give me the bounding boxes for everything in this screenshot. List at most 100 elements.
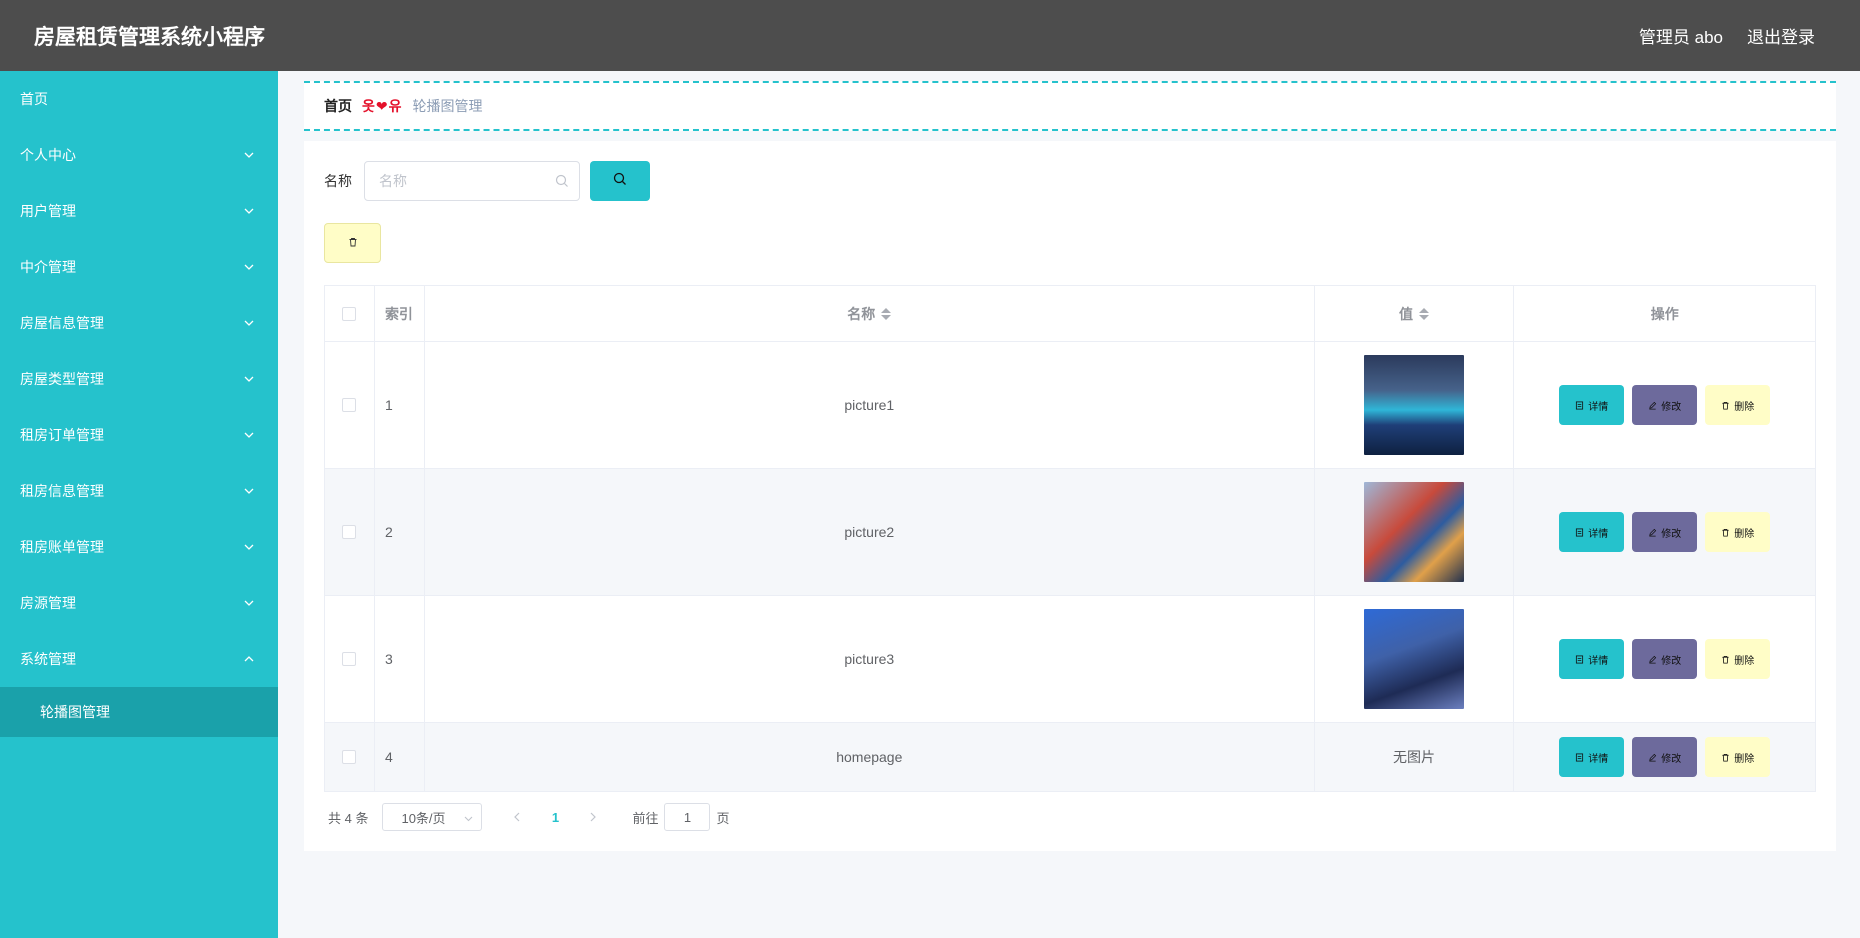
sidebar-item-rental-info[interactable]: 租房信息管理: [0, 463, 278, 519]
batch-delete-button[interactable]: [324, 223, 381, 263]
row-name: picture2: [425, 469, 1315, 595]
row-index: 4: [375, 723, 425, 791]
chevron-down-icon: [242, 148, 256, 162]
chevron-up-icon: [242, 652, 256, 666]
row-checkbox-cell: [325, 596, 375, 722]
carousel-thumbnail[interactable]: [1364, 609, 1465, 709]
carousel-thumbnail[interactable]: [1364, 482, 1465, 582]
goto-page-input[interactable]: [664, 803, 711, 831]
breadcrumb-current: 轮播图管理: [412, 98, 483, 114]
row-checkbox[interactable]: [342, 525, 357, 539]
sidebar-item-house-type[interactable]: 房屋类型管理: [0, 351, 278, 407]
edit-label: 修改: [1661, 655, 1682, 667]
detail-icon: [1576, 654, 1584, 664]
sort-icon[interactable]: [1419, 307, 1430, 320]
pagination: 共 4 条 10条/页 1 前往 页: [328, 803, 730, 831]
row-actions: 详情 修改 删除: [1514, 342, 1815, 468]
sidebar-item-label: 个人中心: [20, 147, 76, 163]
sidebar-item-label: 房屋信息管理: [20, 315, 104, 331]
detail-button[interactable]: 详情: [1559, 639, 1625, 679]
edit-button[interactable]: 修改: [1632, 639, 1698, 679]
main-panel: 名称 索引 名称: [304, 141, 1836, 851]
sidebar: 首页 个人中心 用户管理 中介管理 房屋信息管理 房屋类型管理 租房订单管理 租…: [0, 71, 278, 938]
search-input[interactable]: [365, 162, 579, 200]
sidebar-subitem-label: 轮播图管理: [40, 704, 110, 720]
sidebar-item-house-info[interactable]: 房屋信息管理: [0, 295, 278, 351]
chevron-down-icon: [242, 316, 256, 330]
edit-icon: [1649, 528, 1657, 536]
next-page-button[interactable]: [578, 803, 608, 831]
page-size-value: 10条/页: [401, 810, 446, 826]
header-name-label: 名称: [847, 305, 876, 322]
page-number-current[interactable]: 1: [540, 803, 570, 831]
table-row: 3 picture3 详情 修改 删除: [325, 596, 1815, 723]
search-icon: [613, 172, 627, 191]
no-image-text: 无图片: [1393, 749, 1436, 765]
header-operation-label: 操作: [1650, 305, 1679, 322]
header-value[interactable]: 值: [1315, 286, 1515, 341]
sidebar-item-label: 用户管理: [20, 203, 76, 219]
sidebar-item-user-management[interactable]: 用户管理: [0, 183, 278, 239]
page-size-select[interactable]: 10条/页: [382, 803, 483, 831]
row-checkbox[interactable]: [342, 652, 357, 666]
detail-button[interactable]: 详情: [1559, 385, 1625, 425]
carousel-thumbnail[interactable]: [1364, 355, 1465, 455]
breadcrumb-home[interactable]: 首页: [324, 96, 352, 116]
chevron-left-icon: [514, 810, 520, 825]
sidebar-item-label: 中介管理: [20, 259, 76, 275]
row-value: [1315, 342, 1515, 468]
detail-button[interactable]: 详情: [1559, 737, 1625, 777]
header-index-label: 索引: [384, 305, 413, 322]
detail-label: 详情: [1588, 753, 1609, 765]
chevron-down-icon: [242, 428, 256, 442]
sidebar-item-label: 租房信息管理: [20, 483, 104, 499]
sidebar-item-listing[interactable]: 房源管理: [0, 575, 278, 631]
sidebar-item-personal-center[interactable]: 个人中心: [0, 127, 278, 183]
row-name: picture3: [425, 596, 1315, 722]
chevron-down-icon: [464, 810, 473, 825]
detail-label: 详情: [1588, 655, 1609, 667]
table-header-row: 索引 名称 值 操作: [325, 286, 1815, 342]
search-button[interactable]: [590, 161, 650, 201]
edit-button[interactable]: 修改: [1632, 385, 1698, 425]
delete-button[interactable]: 删除: [1705, 385, 1771, 425]
goto-label: 前往: [632, 810, 659, 826]
sidebar-subitem-carousel[interactable]: 轮播图管理: [0, 687, 278, 737]
delete-button[interactable]: 删除: [1705, 737, 1771, 777]
row-index: 3: [375, 596, 425, 722]
edit-icon: [1649, 401, 1657, 409]
logout-link[interactable]: 退出登录: [1747, 23, 1815, 48]
chevron-down-icon: [242, 540, 256, 554]
row-name: picture1: [425, 342, 1315, 468]
breadcrumb-separator: 옷❤유: [362, 98, 403, 114]
search-label: 名称: [324, 173, 352, 189]
chevron-right-icon: [590, 810, 597, 825]
header-name[interactable]: 名称: [425, 286, 1315, 341]
row-checkbox[interactable]: [342, 398, 357, 412]
edit-button[interactable]: 修改: [1632, 737, 1698, 777]
header-operation: 操作: [1514, 286, 1815, 341]
edit-button[interactable]: 修改: [1632, 512, 1698, 552]
chevron-down-icon: [242, 260, 256, 274]
row-checkbox[interactable]: [342, 750, 357, 764]
detail-icon: [1576, 752, 1584, 762]
sidebar-item-home[interactable]: 首页: [0, 71, 278, 127]
edit-label: 修改: [1661, 753, 1682, 765]
sort-icon[interactable]: [881, 307, 892, 320]
row-checkbox-cell: [325, 723, 375, 791]
prev-page-button[interactable]: [502, 803, 532, 831]
sidebar-item-system[interactable]: 系统管理: [0, 631, 278, 687]
delete-label: 删除: [1734, 655, 1755, 667]
table-row: 4 homepage 无图片 详情 修改 删除: [325, 723, 1815, 791]
delete-button[interactable]: 删除: [1705, 639, 1771, 679]
sidebar-item-rental-order[interactable]: 租房订单管理: [0, 407, 278, 463]
edit-icon: [1649, 753, 1657, 761]
select-all-checkbox[interactable]: [342, 306, 357, 321]
sidebar-item-label: 系统管理: [20, 651, 76, 667]
header-value-label: 值: [1399, 305, 1414, 322]
sidebar-item-label: 租房账单管理: [20, 539, 104, 555]
delete-button[interactable]: 删除: [1705, 512, 1771, 552]
detail-button[interactable]: 详情: [1559, 512, 1625, 552]
sidebar-item-agent-management[interactable]: 中介管理: [0, 239, 278, 295]
sidebar-item-rental-bill[interactable]: 租房账单管理: [0, 519, 278, 575]
